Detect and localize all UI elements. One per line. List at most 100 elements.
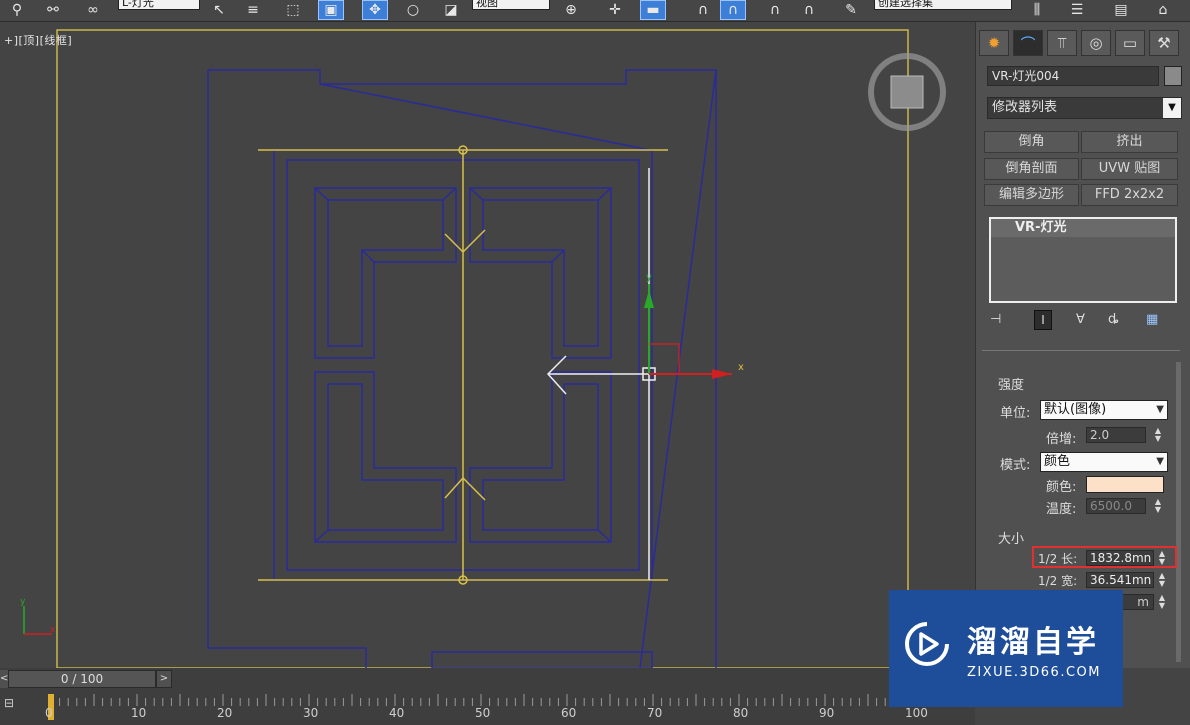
safe-frame bbox=[56, 29, 909, 668]
units-label: 单位: bbox=[1000, 406, 1031, 421]
multiplier-spinner[interactable]: 2.0 bbox=[1086, 427, 1146, 443]
modifier-stack[interactable]: VR-灯光 bbox=[989, 217, 1177, 303]
rectangular-selection-icon[interactable]: ⬚ bbox=[280, 0, 306, 20]
modifier-button-ffd[interactable]: FFD 2x2x2 bbox=[1081, 184, 1178, 206]
object-color-swatch[interactable] bbox=[1164, 66, 1182, 86]
time-tick-label: 90 bbox=[819, 706, 835, 720]
spinner-arrows-icon[interactable]: ▲ ▼ bbox=[1156, 594, 1168, 610]
make-unique-icon[interactable]: ∀ bbox=[1076, 312, 1085, 327]
spinner-arrows-icon[interactable]: ▲ ▼ bbox=[1152, 427, 1164, 443]
viewcube[interactable] bbox=[868, 53, 946, 131]
mirror-icon[interactable]: ⫼ bbox=[1024, 0, 1050, 20]
half-width-spinner[interactable]: 36.541mn bbox=[1086, 572, 1154, 588]
angle-snap-icon[interactable]: ∩ bbox=[720, 0, 746, 20]
units-value: 默认(图像) bbox=[1044, 402, 1107, 417]
window-crossing-icon[interactable]: ▣ bbox=[318, 0, 344, 20]
light-gizmo bbox=[258, 145, 668, 585]
link-icon[interactable]: ⚲ bbox=[4, 0, 30, 20]
modifier-button-bevel[interactable]: 倒角 bbox=[984, 131, 1079, 153]
chevron-down-icon: ▼ bbox=[1156, 456, 1164, 467]
percent-snap-icon[interactable]: ∩ bbox=[762, 0, 788, 20]
mode-dropdown[interactable]: 颜色 ▼ bbox=[1040, 452, 1168, 472]
configure-modifier-sets-icon[interactable]: ▦ bbox=[1146, 312, 1158, 327]
hierarchy-tab-icon[interactable]: ⫪ bbox=[1047, 30, 1077, 56]
keyboard-shortcut-icon[interactable]: ▬ bbox=[640, 0, 666, 20]
color-label: 颜色: bbox=[1046, 480, 1077, 495]
temperature-spinner[interactable]: 6500.0 bbox=[1086, 498, 1146, 514]
curve-editor-icon[interactable]: ⊟ bbox=[4, 696, 28, 714]
modifier-button-edit-poly[interactable]: 编辑多边形 bbox=[984, 184, 1079, 206]
mode-label: 模式: bbox=[1000, 458, 1031, 473]
manipulate-icon[interactable]: ✛ bbox=[602, 0, 628, 20]
spinner-arrows-icon[interactable]: ▲ ▼ bbox=[1152, 498, 1164, 514]
motion-tab-icon[interactable]: ◎ bbox=[1081, 30, 1111, 56]
selection-filter-dropdown[interactable]: L-灯光 bbox=[118, 0, 200, 10]
move-gizmo[interactable]: x y bbox=[644, 272, 744, 379]
watermark: 溜溜自学 ZIXUE.3D66.COM bbox=[889, 590, 1123, 707]
time-tick-label: 20 bbox=[217, 706, 233, 720]
time-next-button[interactable]: > bbox=[156, 670, 172, 688]
svg-text:x: x bbox=[738, 362, 744, 373]
modifier-list-dropdown[interactable]: 修改器列表 ▼ bbox=[987, 97, 1182, 119]
pin-stack-icon[interactable]: ⊣ bbox=[990, 312, 1001, 327]
remove-modifier-icon[interactable]: ȡ bbox=[1108, 312, 1119, 327]
modifier-stack-item[interactable]: VR-灯光 bbox=[991, 219, 1175, 237]
modifier-button-bevel-profile[interactable]: 倒角剖面 bbox=[984, 158, 1079, 180]
svg-text:y: y bbox=[646, 272, 652, 283]
spinner-arrows-icon[interactable]: ▲ ▼ bbox=[1156, 572, 1168, 588]
time-slider[interactable]: 0 / 100 bbox=[8, 670, 156, 688]
viewport-scene: x y y x bbox=[20, 29, 946, 668]
spinner-arrows-icon[interactable]: ▲ ▼ bbox=[1156, 550, 1168, 566]
layer-manager-icon[interactable]: ▤ bbox=[1108, 0, 1134, 20]
named-selection-dropdown[interactable]: 创建选择集 bbox=[874, 0, 1012, 10]
temperature-label: 温度: bbox=[1046, 502, 1077, 517]
object-name-field[interactable]: VR-灯光004 bbox=[987, 66, 1159, 86]
unlink-icon[interactable]: ⚯ bbox=[40, 0, 66, 20]
chevron-down-icon: ▼ bbox=[1156, 404, 1164, 415]
time-tick-label: 10 bbox=[131, 706, 147, 720]
light-color-swatch[interactable] bbox=[1086, 476, 1164, 493]
snap-toggle-icon[interactable]: ∩ bbox=[690, 0, 716, 20]
svg-text:y: y bbox=[20, 597, 26, 607]
align-icon[interactable]: ☰ bbox=[1064, 0, 1090, 20]
show-end-result-icon[interactable]: I bbox=[1034, 310, 1052, 330]
time-tick-label: 60 bbox=[561, 706, 577, 720]
top-viewport[interactable]: x y y x +][顶][线框] bbox=[0, 22, 975, 668]
display-tab-icon[interactable]: ▭ bbox=[1115, 30, 1145, 56]
mode-value: 颜色 bbox=[1044, 454, 1071, 469]
modifier-button-extrude[interactable]: 挤出 bbox=[1081, 131, 1178, 153]
half-length-spinner[interactable]: 1832.8mn bbox=[1086, 550, 1154, 566]
graphite-icon[interactable]: ⌂ bbox=[1150, 0, 1176, 20]
units-dropdown[interactable]: 默认(图像) ▼ bbox=[1040, 400, 1168, 420]
half-width-label: 1/2 宽: bbox=[1038, 574, 1078, 588]
pivot-center-icon[interactable]: ⊕ bbox=[558, 0, 584, 20]
bind-space-warp-icon[interactable]: ∞ bbox=[80, 0, 106, 20]
wall-diagonal bbox=[319, 83, 651, 151]
create-tab-icon[interactable]: ✹ bbox=[979, 30, 1009, 56]
select-and-move-icon[interactable]: ✥ bbox=[362, 0, 388, 20]
timeline: < 0 / 100 > ⊟ 0 10 20 30 40 50 60 70 80 90 100 bbox=[0, 668, 975, 725]
modify-tab-icon[interactable]: ⌒ bbox=[1013, 30, 1043, 56]
watermark-title: 溜溜自学 bbox=[967, 625, 1099, 660]
spinner-snap-icon[interactable]: ∩ bbox=[796, 0, 822, 20]
main-toolbar: ⚲ ⚯ ∞ L-灯光 ↖ ≡ ⬚ ▣ ✥ ○ ◪ 视图 ⊕ ✛ ▬ ∩ ∩ ∩ … bbox=[0, 0, 1190, 22]
bottom-step bbox=[431, 651, 653, 668]
edit-named-selection-icon[interactable]: ✎ bbox=[838, 0, 864, 20]
half-length-label: 1/2 长: bbox=[1038, 552, 1078, 566]
reference-coordinate-dropdown[interactable]: 视图 bbox=[472, 0, 550, 10]
rollout-divider bbox=[982, 350, 1180, 351]
panel-scrollbar[interactable] bbox=[1176, 362, 1181, 662]
intensity-group-label: 强度 bbox=[998, 378, 1025, 393]
time-prev-button[interactable]: < bbox=[0, 670, 8, 688]
utilities-tab-icon[interactable]: ⚒ bbox=[1149, 30, 1179, 56]
select-by-name-icon[interactable]: ≡ bbox=[240, 0, 266, 20]
play-logo-icon bbox=[905, 622, 949, 666]
select-and-scale-icon[interactable]: ◪ bbox=[438, 0, 464, 20]
time-tick-label: 100 bbox=[905, 706, 928, 720]
time-tick-label: 40 bbox=[389, 706, 405, 720]
viewport-label[interactable]: +][顶][线框] bbox=[4, 32, 72, 48]
modifier-button-uvw-map[interactable]: UVW 贴图 bbox=[1081, 158, 1178, 180]
select-object-icon[interactable]: ↖ bbox=[206, 0, 232, 20]
select-and-rotate-icon[interactable]: ○ bbox=[400, 0, 426, 20]
chevron-down-icon: ▼ bbox=[1163, 98, 1181, 118]
